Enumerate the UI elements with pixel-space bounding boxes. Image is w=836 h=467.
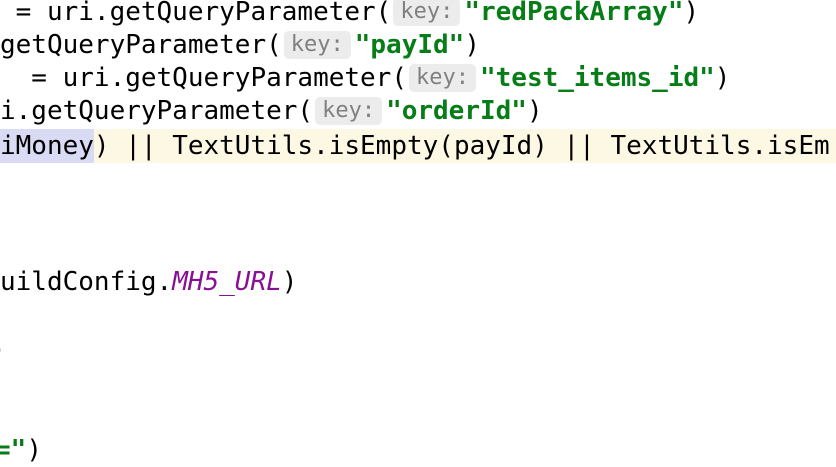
code-line: = uri.getQueryParameter(key: "test_items_… xyxy=(0,61,836,95)
code-text: = uri.getQueryParameter( xyxy=(0,0,392,27)
string-literal: "test_items_id" xyxy=(479,63,715,93)
code-text: ) xyxy=(714,63,731,93)
code-line: =") xyxy=(0,433,831,467)
code-text: ) xyxy=(464,30,480,60)
code-text: ) xyxy=(0,333,6,367)
string-literal: =" xyxy=(0,435,27,465)
code-text: ) || TextUtils.isEmpty(payId) || TextUti… xyxy=(93,131,830,161)
code-text: ) xyxy=(281,267,298,297)
code-text: i.getQueryParameter( xyxy=(0,96,314,126)
code-text: uildConfig. xyxy=(0,267,173,297)
code-line: i.getQueryParameter(key: "orderId") xyxy=(0,94,836,128)
code-text: getQueryParameter( xyxy=(0,30,282,60)
string-literal: "redPackArray" xyxy=(464,0,684,27)
string-literal: "orderId" xyxy=(386,96,527,126)
parameter-hint: key: xyxy=(393,0,461,26)
parameter-hint: key: xyxy=(315,97,383,125)
parameter-hint: key: xyxy=(409,64,476,92)
code-editor[interactable]: = uri.getQueryParameter(key: "redPackArra… xyxy=(0,0,836,465)
code-text: ) xyxy=(26,435,42,465)
code-line: ) xyxy=(0,333,826,367)
code-text: ) xyxy=(683,0,700,27)
parameter-hint: key: xyxy=(283,31,351,59)
constant-reference: MH5_URL xyxy=(172,267,282,297)
code-line: getQueryParameter(key: "payId") xyxy=(0,28,836,62)
code-text: = uri.getQueryParameter( xyxy=(0,63,407,93)
code-line: uildConfig.MH5_URL) xyxy=(0,265,836,299)
code-line: = uri.getQueryParameter(key: "redPackArra… xyxy=(0,0,836,29)
current-code-line: iMoney) || TextUtils.isEmpty(payId) || T… xyxy=(0,129,836,163)
highlighted-identifier: iMoney xyxy=(0,129,94,163)
string-literal: "payId" xyxy=(354,30,465,60)
code-text: ) xyxy=(526,96,543,126)
